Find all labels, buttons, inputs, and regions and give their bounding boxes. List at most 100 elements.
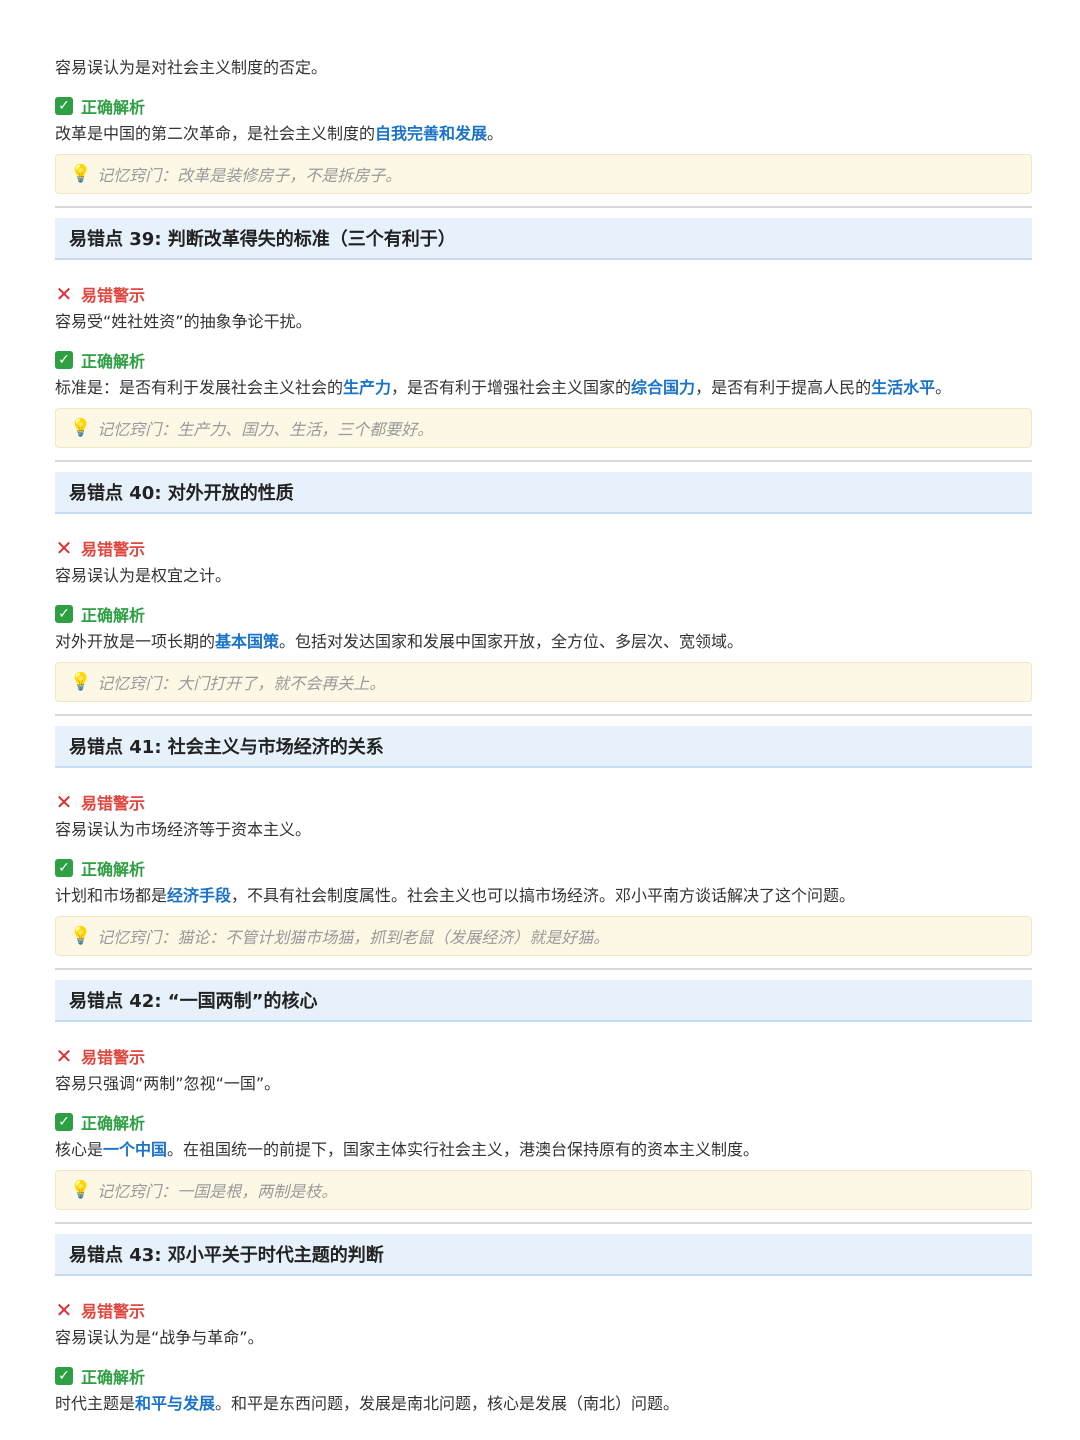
correct-label: 正确解析 [81, 606, 146, 625]
section-heading: 易错点 40: 对外开放的性质 [55, 472, 1032, 514]
correct-text-highlight: 综合国力 [631, 378, 696, 397]
correct-label: 正确解析 [81, 860, 146, 879]
warning-label: 易错警示 [81, 1302, 146, 1321]
memory-tip-prefix: 记忆窍门： [97, 166, 178, 185]
correct-text-plain: 对外开放是一项长期的 [55, 632, 216, 651]
section-title: 易错点 39: 判断改革得失的标准（三个有利于） [69, 229, 456, 250]
x-mark-icon: ✕ [55, 1044, 73, 1068]
mistake-section: 易错点 39: 判断改革得失的标准（三个有利于） ✕ 易错警示容易受“姓社姓资”的抽… [55, 206, 1032, 448]
correct-text: 核心是一个中国。在祖国统一的前提下，国家主体实行社会主义，港澳台保持原有的资本主… [55, 1138, 1032, 1162]
correct-text: 改革是中国的第二次革命，是社会主义制度的自我完善和发展。 [55, 122, 1032, 146]
correct-text-highlight: 生活水平 [871, 378, 936, 397]
memory-tip-text: 生产力、国力、生活，三个都要好。 [177, 420, 434, 439]
mistake-text: 容易误认为市场经济等于资本主义。 [55, 820, 312, 839]
mistake-text: 容易误认为是权宜之计。 [55, 566, 232, 585]
correct-text-plain: 改革是中国的第二次革命，是社会主义制度的 [55, 124, 376, 143]
correct-text: 计划和市场都是经济手段，不具有社会制度属性。社会主义也可以搞市场经济。邓小平南方… [55, 884, 1032, 908]
x-mark-icon: ✕ [55, 1298, 73, 1322]
lightbulb-icon: 💡 [70, 926, 92, 946]
lightbulb-icon: 💡 [70, 1180, 92, 1200]
lightbulb-icon: 💡 [70, 418, 92, 438]
mistake-text: 容易误认为是对社会主义制度的否定。 [55, 58, 328, 77]
memory-tip-text: 一国是根，两制是枝。 [177, 1182, 338, 1201]
correct-text-plain: 。在祖国统一的前提下，国家主体实行社会主义，港澳台保持原有的资本主义制度。 [167, 1140, 760, 1159]
warning-label-row: ✕ 易错警示 [55, 1298, 1032, 1322]
memory-tip-text: 猫论：不管计划猫市场猫，抓到老鼠（发展经济）就是好猫。 [177, 928, 610, 947]
correct-label-row: ✓ 正确解析 [55, 856, 1032, 880]
memory-tip-text: 改革是装修房子，不是拆房子。 [177, 166, 402, 185]
correct-text-highlight: 经济手段 [167, 886, 232, 905]
correct-text-plain: ，是否有利于增强社会主义国家的 [391, 378, 632, 397]
warning-label: 易错警示 [81, 540, 146, 559]
correct-text-highlight: 一个中国 [103, 1140, 168, 1159]
check-box-icon: ✓ [55, 1367, 73, 1385]
warning-label-row: ✕ 易错警示 [55, 282, 1032, 306]
warning-label-row: ✕ 易错警示 [55, 790, 1032, 814]
mistake-section: 易错点 43: 邓小平关于时代主题的判断 ✕ 易错警示 容易误认为是“战争与革命”。 ✓… [55, 1222, 1032, 1416]
memory-tip-prefix: 记忆窍门： [97, 674, 178, 693]
warning-label-row: ✕ 易错警示 [55, 536, 1032, 560]
memory-tip: 💡 记忆窍门： 大门打开了，就不会再关上。 [55, 662, 1032, 702]
correct-text-plain: 标准是：是否有利于发展社会主义社会的 [55, 378, 344, 397]
section-divider [55, 1222, 1032, 1224]
page: 容易误认为是对社会主义制度的否定。 ✓ 正确解析 改革是中国的第二次革命，是社会… [0, 0, 1080, 1440]
correct-label-row: ✓ 正确解析 [55, 602, 1032, 626]
memory-tip-text: 大门打开了，就不会再关上。 [177, 674, 386, 693]
lightbulb-icon: 💡 [70, 164, 92, 184]
correct-text-plain: 。 [487, 124, 504, 143]
section-title: 易错点 40: 对外开放的性质 [69, 483, 294, 504]
correct-label-row: ✓ 正确解析 [55, 348, 1032, 372]
mistake-text: 容易受“姓社姓资”的抽象争论干扰。 [55, 312, 312, 331]
check-box-icon: ✓ [55, 97, 73, 115]
correct-text-plain: 。包括对发达国家和发展中国家开放，全方位、多层次、宽领域。 [279, 632, 744, 651]
correct-text-plain: 时代主题是 [55, 1394, 136, 1413]
memory-tip: 💡 记忆窍门： 猫论：不管计划猫市场猫，抓到老鼠（发展经济）就是好猫。 [55, 916, 1032, 956]
section-title: 易错点 43: 邓小平关于时代主题的判断 [69, 1245, 384, 1266]
section-title: 易错点 42: “一国两制”的核心 [69, 991, 318, 1012]
correct-label: 正确解析 [81, 1114, 146, 1133]
correct-text-plain: 。 [935, 378, 952, 397]
correct-text-highlight: 和平与发展 [135, 1394, 216, 1413]
correct-text-highlight: 自我完善和发展 [375, 124, 488, 143]
memory-tip: 💡 记忆窍门： 生产力、国力、生活，三个都要好。 [55, 408, 1032, 448]
warning-label: 易错警示 [81, 794, 146, 813]
correct-text: 时代主题是和平与发展。和平是东西问题，发展是南北问题，核心是发展（南北）问题。 [55, 1392, 1032, 1416]
correct-label-row: ✓ 正确解析 [55, 1364, 1032, 1388]
correct-text: 标准是：是否有利于发展社会主义社会的生产力，是否有利于增强社会主义国家的综合国力… [55, 376, 1032, 400]
correct-label: 正确解析 [81, 352, 146, 371]
section-heading: 易错点 42: “一国两制”的核心 [55, 980, 1032, 1022]
correct-label-row: ✓ 正确解析 [55, 94, 1032, 118]
correct-text-plain: 计划和市场都是 [55, 886, 168, 905]
memory-tip-prefix: 记忆窍门： [97, 1182, 178, 1201]
section-title: 易错点 41: 社会主义与市场经济的关系 [69, 737, 384, 758]
correct-text: 对外开放是一项长期的基本国策。包括对发达国家和发展中国家开放，全方位、多层次、宽… [55, 630, 1032, 654]
x-mark-icon: ✕ [55, 282, 73, 306]
memory-tip-prefix: 记忆窍门： [97, 420, 178, 439]
warning-label: 易错警示 [81, 1048, 146, 1067]
correct-text-plain: 。和平是东西问题，发展是南北问题，核心是发展（南北）问题。 [215, 1394, 680, 1413]
check-box-icon: ✓ [55, 351, 73, 369]
correct-text-plain: 核心是 [55, 1140, 104, 1159]
x-mark-icon: ✕ [55, 790, 73, 814]
section-divider [55, 206, 1032, 208]
correct-text-highlight: 生产力 [343, 378, 392, 397]
section-heading: 易错点 41: 社会主义与市场经济的关系 [55, 726, 1032, 768]
warning-label-row: ✕ 易错警示 [55, 1044, 1032, 1068]
section-heading: 易错点 39: 判断改革得失的标准（三个有利于） [55, 218, 1032, 260]
section-heading: 易错点 43: 邓小平关于时代主题的判断 [55, 1234, 1032, 1276]
mistake-section: 易错点 41: 社会主义与市场经济的关系 ✕ 易错警示容易误认为市场经济等于资本主义… [55, 714, 1032, 956]
memory-tip: 💡 记忆窍门： 一国是根，两制是枝。 [55, 1170, 1032, 1210]
section-divider [55, 968, 1032, 970]
mistake-section: 易错点 40: 对外开放的性质 ✕ 易错警示容易误认为是权宜之计。 ✓ 正确解析对外开放… [55, 460, 1032, 702]
check-box-icon: ✓ [55, 859, 73, 877]
correct-text-plain: ，是否有利于提高人民的 [695, 378, 872, 397]
memory-tip: 💡 记忆窍门： 改革是装修房子，不是拆房子。 [55, 154, 1032, 194]
mistake-text: 容易只强调“两制”忽视“一国”。 [55, 1074, 281, 1093]
section-divider [55, 460, 1032, 462]
sections: 易错点 39: 判断改革得失的标准（三个有利于） ✕ 易错警示 容易受“姓社姓资”的抽… [55, 206, 1032, 1416]
correct-text-plain: ，不具有社会制度属性。社会主义也可以搞市场经济。邓小平南方谈话解决了这个问题。 [231, 886, 856, 905]
lightbulb-icon: 💡 [70, 672, 92, 692]
section-divider [55, 714, 1032, 716]
x-mark-icon: ✕ [55, 536, 73, 560]
memory-tip-prefix: 记忆窍门： [97, 928, 178, 947]
